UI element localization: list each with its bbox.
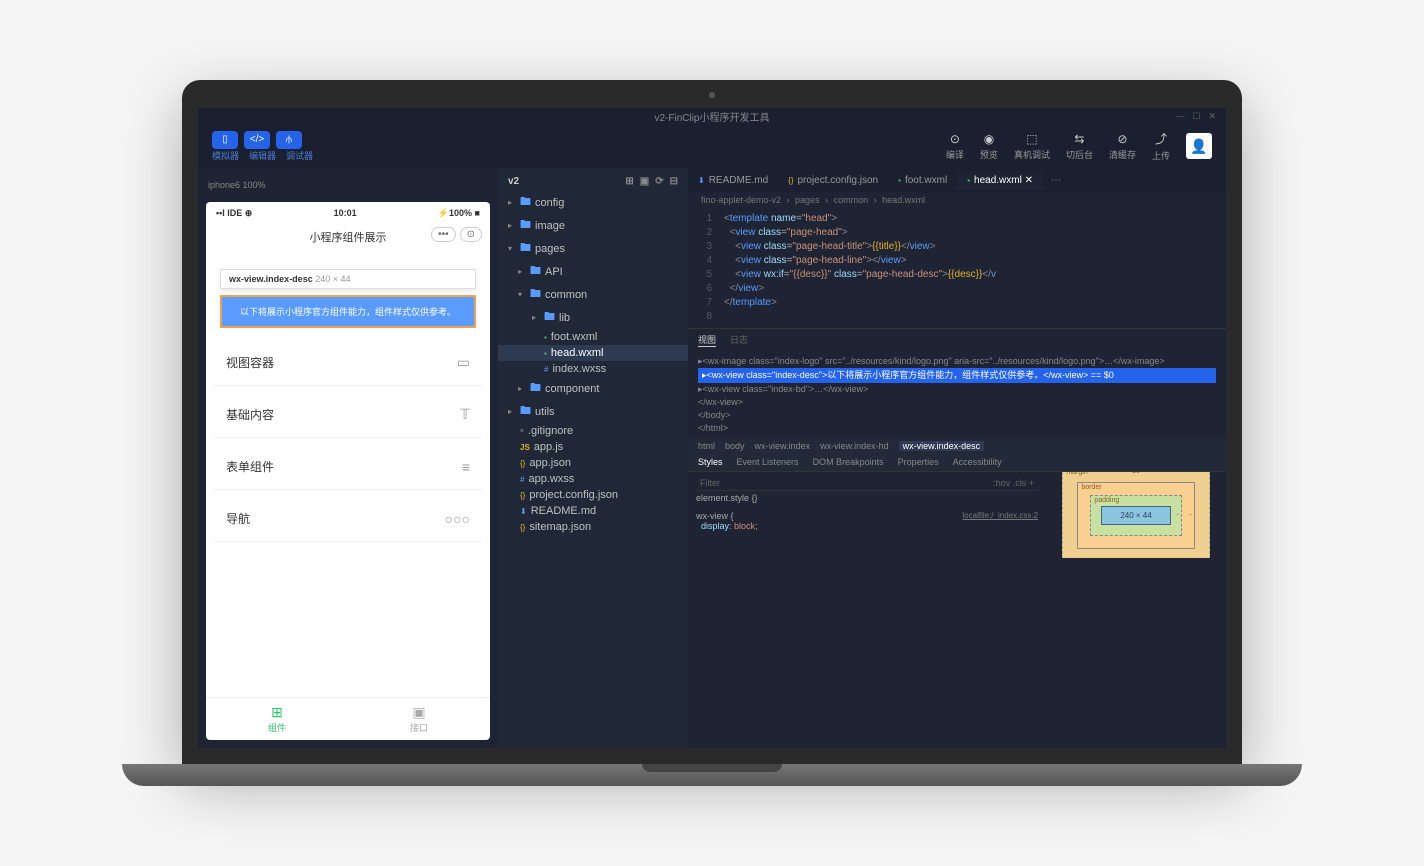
inspected-element[interactable]: 以下将展示小程序官方组件能力，组件样式仅供参考。 bbox=[220, 295, 476, 328]
dom-breadcrumb-item[interactable]: wx-view.index bbox=[755, 441, 811, 451]
editor-tab[interactable]: ▪head.wxml ✕ bbox=[957, 171, 1043, 190]
styles-filter[interactable]: Filter bbox=[700, 478, 720, 488]
tree-folder[interactable]: ▸🖿 config bbox=[498, 191, 688, 214]
status-battery: ⚡100% ■ bbox=[438, 208, 480, 219]
toolbar-back-button[interactable]: ⇆切后台 bbox=[1066, 132, 1093, 161]
page-title: 小程序组件展示 bbox=[310, 232, 387, 244]
window-title: v2-FinClip小程序开发工具 bbox=[654, 109, 769, 124]
dom-breadcrumb-item[interactable]: wx-view.index-hd bbox=[820, 441, 889, 451]
dom-breadcrumb-item[interactable]: body bbox=[725, 441, 745, 451]
laptop-camera bbox=[709, 92, 715, 98]
new-folder-icon[interactable]: ▣ bbox=[640, 176, 649, 187]
toolbar-debugger-label: 调试器 bbox=[286, 149, 313, 162]
laptop-base bbox=[122, 764, 1302, 786]
editor-tab[interactable]: {}project.config.json bbox=[778, 171, 888, 190]
minimize-icon[interactable]: — bbox=[1175, 111, 1184, 122]
tree-file[interactable]: # app.wxss bbox=[498, 471, 688, 487]
toolbar-preview-button[interactable]: ◉预览 bbox=[980, 132, 998, 161]
tree-folder[interactable]: ▾🖿 pages bbox=[498, 237, 688, 260]
tree-folder[interactable]: ▸🖿 image bbox=[498, 214, 688, 237]
tree-file[interactable]: JS app.js bbox=[498, 439, 688, 455]
capsule-close-icon[interactable]: ⊙ bbox=[460, 227, 482, 242]
tree-folder[interactable]: ▾🖿 common bbox=[498, 283, 688, 306]
tree-file[interactable]: # index.wxss bbox=[498, 361, 688, 377]
code-editor[interactable]: 1<template name="head">2 <view class="pa… bbox=[688, 208, 1226, 328]
explorer-root[interactable]: v2 bbox=[508, 176, 519, 187]
styles-tab[interactable]: Styles bbox=[698, 457, 723, 467]
avatar[interactable]: 👤 bbox=[1186, 133, 1212, 159]
devtools-tab-elements[interactable]: 视图 bbox=[698, 333, 716, 347]
devtools-panel: 视图 日志 ▸<wx-image class="index-logo" src=… bbox=[688, 328, 1226, 558]
status-signal: ••I IDE ⊕ bbox=[216, 208, 252, 219]
tree-file[interactable]: {} app.json bbox=[498, 455, 688, 471]
toolbar-debugger-button[interactable]: ⫛ bbox=[276, 131, 302, 149]
phone-tab[interactable]: ⊞组件 bbox=[206, 704, 348, 734]
list-item[interactable]: 视图容器▭ bbox=[214, 340, 482, 386]
breadcrumb: fino-applet-demo-v2 › pages › common › h… bbox=[688, 192, 1226, 208]
file-explorer: v2 ⊞ ▣ ⟳ ⊟ ▸🖿 config▸🖿 image▾🖿 pages▸🖿 A… bbox=[498, 168, 688, 748]
styles-panel[interactable]: Filter :hov .cls + element.style {}</spa… bbox=[688, 472, 1046, 558]
tree-file[interactable]: {} project.config.json bbox=[498, 487, 688, 503]
box-model: margin 10 border - padding - 240 × 4 bbox=[1046, 472, 1226, 558]
editor-tab[interactable]: ▪foot.wxml bbox=[888, 171, 957, 190]
toolbar-cache-button[interactable]: ⊘清缓存 bbox=[1109, 132, 1136, 161]
close-icon[interactable]: ✕ bbox=[1208, 111, 1216, 122]
list-item[interactable]: 导航○○○ bbox=[214, 496, 482, 542]
toolbar-upload-button[interactable]: ⤴上传 bbox=[1152, 130, 1170, 162]
tree-file[interactable]: ◦ .gitignore bbox=[498, 423, 688, 439]
list-item[interactable]: 基础内容𝕋 bbox=[214, 392, 482, 438]
toolbar-compile-button[interactable]: ⊙编译 bbox=[946, 132, 964, 161]
tree-folder[interactable]: ▸🖿 utils bbox=[498, 400, 688, 423]
toolbar-simulator-label: 模拟器 bbox=[212, 149, 239, 162]
simulator-device-info: iphone6 100% bbox=[206, 176, 490, 194]
tree-file[interactable]: ▪ foot.wxml bbox=[498, 329, 688, 345]
tree-file[interactable]: {} sitemap.json bbox=[498, 519, 688, 535]
dom-breadcrumb-item[interactable]: wx-view.index-desc bbox=[899, 441, 985, 451]
styles-tab[interactable]: DOM Breakpoints bbox=[813, 457, 884, 467]
tree-folder[interactable]: ▸🖿 lib bbox=[498, 306, 688, 329]
simulator-panel: iphone6 100% ••I IDE ⊕ 10:01 ⚡100% ■ 小程序… bbox=[198, 168, 498, 748]
inspector-tooltip: wx-view.index-desc 240 × 44 bbox=[220, 269, 476, 289]
dom-tree[interactable]: ▸<wx-image class="index-logo" src="../re… bbox=[688, 351, 1226, 439]
tree-file[interactable]: ▪ head.wxml bbox=[498, 345, 688, 361]
toolbar: ▯ </> ⫛ 模拟器 编辑器 调试器 ⊙编译 ◉预览 ⬚真机调试 ⇆切后台 ⊘清缓存 ⤴… bbox=[198, 124, 1226, 168]
new-file-icon[interactable]: ⊞ bbox=[625, 176, 633, 187]
maximize-icon[interactable]: ☐ bbox=[1192, 111, 1200, 122]
status-time: 10:01 bbox=[334, 208, 357, 219]
tree-folder[interactable]: ▸🖿 component bbox=[498, 377, 688, 400]
dom-breadcrumb-item[interactable]: html bbox=[698, 441, 715, 451]
styles-tab[interactable]: Properties bbox=[898, 457, 939, 467]
editor-tab[interactable]: ⬇README.md bbox=[688, 171, 778, 190]
toolbar-simulator-button[interactable]: ▯ bbox=[212, 131, 238, 149]
tabs-overflow-icon[interactable]: ⋯ bbox=[1043, 175, 1069, 186]
phone-preview: ••I IDE ⊕ 10:01 ⚡100% ■ 小程序组件展示 ••• ⊙ bbox=[206, 202, 490, 740]
toolbar-editor-label: 编辑器 bbox=[249, 149, 276, 162]
collapse-icon[interactable]: ⊟ bbox=[670, 176, 678, 187]
styles-filter-opts[interactable]: :hov .cls + bbox=[993, 478, 1034, 488]
list-item[interactable]: 表单组件≡ bbox=[214, 444, 482, 490]
refresh-icon[interactable]: ⟳ bbox=[655, 176, 663, 187]
styles-tab[interactable]: Event Listeners bbox=[737, 457, 799, 467]
devtools-tab-console[interactable]: 日志 bbox=[730, 333, 748, 347]
editor-panel: ⬇README.md{}project.config.json▪foot.wxm… bbox=[688, 168, 1226, 748]
toolbar-remote-button[interactable]: ⬚真机调试 bbox=[1014, 132, 1050, 161]
phone-tab[interactable]: ▣接口 bbox=[348, 704, 490, 734]
toolbar-editor-button[interactable]: </> bbox=[244, 131, 270, 149]
tree-folder[interactable]: ▸🖿 API bbox=[498, 260, 688, 283]
tree-file[interactable]: ⬇ README.md bbox=[498, 503, 688, 519]
styles-tab[interactable]: Accessibility bbox=[953, 457, 1002, 467]
window-titlebar: v2-FinClip小程序开发工具 — ☐ ✕ bbox=[198, 108, 1226, 124]
capsule-menu-icon[interactable]: ••• bbox=[431, 227, 456, 242]
